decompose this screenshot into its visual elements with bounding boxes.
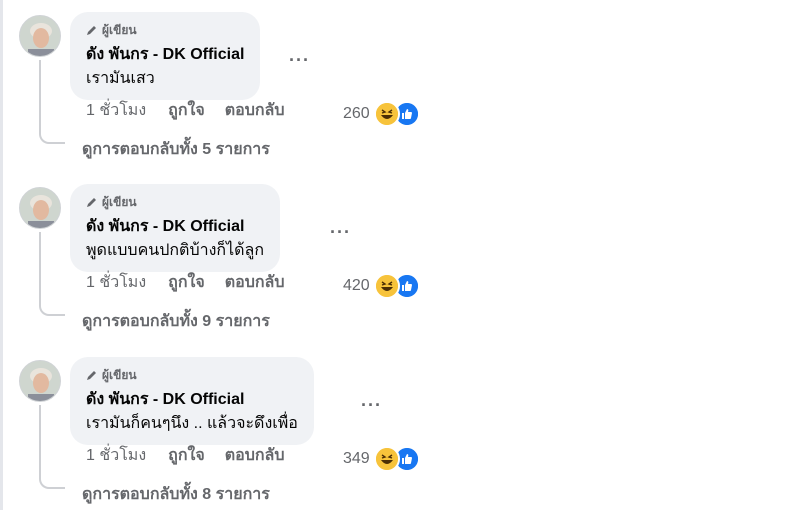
haha-emoji-icon xyxy=(373,273,400,299)
badge-label: ผู้เขียน xyxy=(102,22,137,37)
avatar[interactable] xyxy=(19,15,61,57)
more-options-icon[interactable]: ··· xyxy=(330,222,351,243)
haha-emoji-icon xyxy=(373,101,400,127)
avatar[interactable] xyxy=(19,360,61,402)
comment-actions: 1 ชั่วโมง ถูกใจ ตอบกลับ xyxy=(86,273,305,293)
view-replies-link[interactable]: ดูการตอบกลับทั้ง 8 รายการ xyxy=(82,482,270,507)
comment-author[interactable]: ดัง พันกร - DK Official xyxy=(86,217,264,237)
view-replies-link[interactable]: ดูการตอบกลับทั้ง 9 รายการ xyxy=(82,309,270,334)
like-button[interactable]: ถูกใจ xyxy=(168,446,205,466)
thread-line xyxy=(39,232,65,316)
thread-line xyxy=(39,60,65,144)
pencil-icon xyxy=(87,26,96,35)
like-button[interactable]: ถูกใจ xyxy=(168,101,205,121)
thread-line xyxy=(39,405,65,489)
reactions-summary[interactable]: 260 xyxy=(343,101,420,127)
comment-item: ผู้เขียน ดัง พันกร - DK Official เรามันก… xyxy=(0,345,800,517)
badge-label: ผู้เขียน xyxy=(102,194,137,209)
avatar[interactable] xyxy=(19,187,61,229)
timestamp[interactable]: 1 ชั่วโมง xyxy=(86,101,146,121)
reaction-count: 420 xyxy=(343,277,370,294)
reactions-summary[interactable]: 349 xyxy=(343,446,420,472)
comment-bubble: ผู้เขียน ดัง พันกร - DK Official พูดแบบค… xyxy=(70,184,281,272)
more-options-icon[interactable]: ··· xyxy=(289,50,310,71)
haha-emoji-icon xyxy=(373,446,400,472)
comment-actions: 1 ชั่วโมง ถูกใจ ตอบกลับ xyxy=(86,101,305,121)
reactions-summary[interactable]: 420 xyxy=(343,273,420,299)
author-badge: ผู้เขียน xyxy=(86,366,298,384)
comment-item: ผู้เขียน ดัง พันกร - DK Official เรามันเ… xyxy=(0,0,800,172)
reply-button[interactable]: ตอบกลับ xyxy=(225,101,285,121)
comment-author[interactable]: ดัง พันกร - DK Official xyxy=(86,390,298,410)
reply-button[interactable]: ตอบกลับ xyxy=(225,273,285,293)
pencil-icon xyxy=(87,198,96,207)
like-button[interactable]: ถูกใจ xyxy=(168,273,205,293)
view-replies-link[interactable]: ดูการตอบกลับทั้ง 5 รายการ xyxy=(82,137,270,162)
author-badge: ผู้เขียน xyxy=(86,193,264,211)
timestamp[interactable]: 1 ชั่วโมง xyxy=(86,446,146,466)
comment-bubble: ผู้เขียน ดัง พันกร - DK Official เรามันเ… xyxy=(70,12,261,100)
reaction-count: 260 xyxy=(343,105,370,122)
reaction-count: 349 xyxy=(343,450,370,467)
author-badge: ผู้เขียน xyxy=(86,21,244,39)
comment-text: เรามันเสว xyxy=(86,70,155,87)
more-options-icon[interactable]: ··· xyxy=(361,395,382,416)
badge-label: ผู้เขียน xyxy=(102,367,137,382)
comment-author[interactable]: ดัง พันกร - DK Official xyxy=(86,45,244,65)
comment-bubble: ผู้เขียน ดัง พันกร - DK Official เรามันก… xyxy=(70,357,314,445)
comment-text: พูดแบบคนปกติบ้างก็ได้ลูก xyxy=(86,242,265,259)
comment-item: ผู้เขียน ดัง พันกร - DK Official พูดแบบค… xyxy=(0,172,800,344)
comment-actions: 1 ชั่วโมง ถูกใจ ตอบกลับ xyxy=(86,446,305,466)
comment-text: เรามันก็คนๆนึง .. แล้วจะดึงเพื่อ xyxy=(86,415,298,432)
reply-button[interactable]: ตอบกลับ xyxy=(225,446,285,466)
pencil-icon xyxy=(87,371,96,380)
timestamp[interactable]: 1 ชั่วโมง xyxy=(86,273,146,293)
